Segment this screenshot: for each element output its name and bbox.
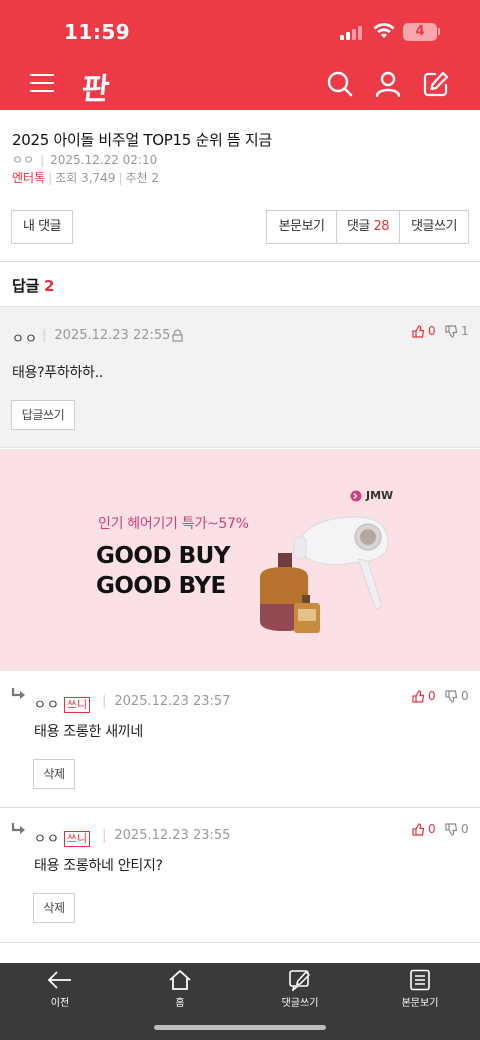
thumbs-up-icon bbox=[412, 324, 425, 338]
lock-icon bbox=[172, 329, 183, 342]
comment-write-icon bbox=[289, 970, 311, 991]
comment-upvote[interactable]: 0 bbox=[412, 324, 436, 338]
status-time: 11:59 bbox=[64, 20, 131, 44]
nav-prev-label: 이전 bbox=[50, 998, 70, 1009]
reply-item: ㅇㅇ 쓰니 | 2025.12.23 23:55 0 0 태용 조롱하네 안티지? … bbox=[0, 808, 480, 942]
my-comments-button[interactable]: 내 댓글 bbox=[11, 210, 73, 244]
reply-author-name: ㅇㅇ bbox=[34, 698, 60, 713]
comment-author: ㅇㅇ bbox=[12, 332, 38, 347]
upvote-count: 0 bbox=[428, 822, 436, 836]
replies-label: 답글 bbox=[12, 277, 40, 295]
delete-button[interactable]: 삭제 bbox=[33, 893, 75, 923]
document-icon bbox=[410, 969, 430, 991]
reply-upvote[interactable]: 0 bbox=[412, 822, 436, 836]
thumbs-down-icon bbox=[445, 689, 458, 703]
reply-item: ㅇㅇ 쓰니 | 2025.12.23 23:57 0 0 태용 조롱한 새끼네 삭제 bbox=[0, 671, 480, 807]
comments-tab-button[interactable]: 댓글 28 bbox=[336, 210, 400, 244]
thumbs-up-icon bbox=[412, 822, 425, 836]
reply-button[interactable]: 답글쓰기 bbox=[11, 400, 75, 430]
ad-brand-text: JMW bbox=[366, 489, 394, 502]
battery-nub bbox=[438, 28, 440, 35]
reply-date: | 2025.12.23 23:55 bbox=[102, 828, 231, 843]
site-logo[interactable]: 판 bbox=[80, 64, 111, 108]
ad-brand: JMW bbox=[350, 489, 393, 502]
comment-downvote[interactable]: 1 bbox=[445, 324, 469, 338]
wifi-icon bbox=[373, 23, 395, 38]
ad-subtitle: 인기 헤어기기 특가~57% bbox=[98, 516, 249, 532]
app-header: 11:59 4 판 bbox=[0, 0, 480, 110]
ad-banner[interactable]: JMW 인기 헤어기기 특가~57% GOOD BUY GOOD BYE bbox=[0, 449, 480, 671]
nav-home[interactable]: 홈 bbox=[140, 969, 220, 1009]
thumbs-down-icon bbox=[445, 822, 458, 836]
nav-view-body[interactable]: 본문보기 bbox=[380, 969, 460, 1009]
menu-icon[interactable] bbox=[30, 74, 54, 92]
reply-author: ㅇㅇ 쓰니 bbox=[34, 828, 91, 847]
reply-downvote[interactable]: 0 bbox=[445, 822, 469, 836]
upvote-count: 0 bbox=[428, 689, 436, 703]
delete-button[interactable]: 삭제 bbox=[33, 759, 75, 789]
battery-indicator: 4 bbox=[403, 23, 437, 41]
post-meta-author-date: ㅇㅇ | 2025.12.22 02:10 bbox=[12, 153, 158, 167]
search-icon[interactable] bbox=[326, 70, 354, 98]
ad-headline-1: GOOD BUY bbox=[96, 543, 230, 569]
downvote-count: 0 bbox=[461, 822, 469, 836]
nav-write-comment[interactable]: 댓글쓰기 bbox=[260, 969, 340, 1009]
comment-text: 태용?푸하하하.. bbox=[12, 365, 103, 381]
home-indicator[interactable] bbox=[154, 1025, 326, 1030]
replies-count: 2 bbox=[43, 277, 55, 295]
comment-date-text: 2025.12.23 22:55 bbox=[54, 328, 171, 343]
nav-write-label: 댓글쓰기 bbox=[281, 998, 319, 1009]
upvote-count: 0 bbox=[428, 324, 436, 338]
downvote-count: 1 bbox=[461, 324, 469, 338]
ad-headline-2: GOOD BYE bbox=[96, 573, 226, 599]
replies-heading: 답글 2 bbox=[12, 275, 54, 296]
nav-body-label: 본문보기 bbox=[401, 998, 439, 1009]
nav-home-label: 홈 bbox=[175, 998, 185, 1009]
reply-text: 태용 조롱한 새끼네 bbox=[34, 724, 143, 740]
parent-comment: ㅇㅇ | 2025.12.23 22:55 0 1 태용?푸하하하.. 답글쓰기 bbox=[0, 306, 480, 448]
reply-date: | 2025.12.23 23:57 bbox=[102, 694, 231, 709]
product-image bbox=[260, 516, 389, 633]
comments-count: 28 bbox=[373, 219, 390, 234]
user-icon[interactable] bbox=[374, 70, 402, 98]
post-recommends: 추천 2 bbox=[125, 171, 159, 185]
comment-date: | 2025.12.23 22:55 bbox=[42, 328, 171, 343]
post-title[interactable]: 2025 아이돌 비주얼 TOP15 순위 뜸 지금 bbox=[12, 129, 272, 150]
reply-author-name: ㅇㅇ bbox=[34, 832, 60, 847]
view-body-button[interactable]: 본문보기 bbox=[266, 210, 337, 244]
post-views: 조회 3,749 bbox=[55, 171, 116, 185]
post-author: ㅇㅇ bbox=[12, 153, 35, 167]
reply-date-text: 2025.12.23 23:57 bbox=[114, 694, 231, 709]
post-category[interactable]: 엔터톡 bbox=[12, 171, 45, 185]
nav-prev[interactable]: 이전 bbox=[20, 969, 100, 1009]
home-icon bbox=[169, 970, 191, 990]
writer-badge: 쓰니 bbox=[63, 831, 91, 847]
post-meta-stats: 엔터톡 | 조회 3,749 | 추천 2 bbox=[12, 171, 159, 185]
thumbs-down-icon bbox=[445, 324, 458, 338]
reply-downvote[interactable]: 0 bbox=[445, 689, 469, 703]
thumbs-up-icon bbox=[412, 689, 425, 703]
post-date: 2025.12.22 02:10 bbox=[50, 153, 158, 167]
reply-divider bbox=[0, 942, 480, 943]
reply-arrow-icon bbox=[11, 688, 25, 699]
downvote-count: 0 bbox=[461, 689, 469, 703]
reply-date-text: 2025.12.23 23:55 bbox=[114, 828, 231, 843]
comments-tab-label: 댓글 bbox=[346, 219, 370, 234]
writer-badge: 쓰니 bbox=[63, 697, 91, 713]
write-comment-button[interactable]: 댓글쓰기 bbox=[399, 210, 469, 244]
reply-upvote[interactable]: 0 bbox=[412, 689, 436, 703]
cellular-signal-icon bbox=[340, 26, 366, 40]
write-icon[interactable] bbox=[422, 70, 450, 98]
section-divider bbox=[0, 261, 480, 262]
back-arrow-icon bbox=[47, 971, 71, 989]
reply-text: 태용 조롱하네 안티지? bbox=[34, 858, 163, 874]
reply-author: ㅇㅇ 쓰니 bbox=[34, 694, 91, 713]
reply-arrow-icon bbox=[11, 823, 25, 834]
brand-logo-icon bbox=[350, 490, 362, 501]
